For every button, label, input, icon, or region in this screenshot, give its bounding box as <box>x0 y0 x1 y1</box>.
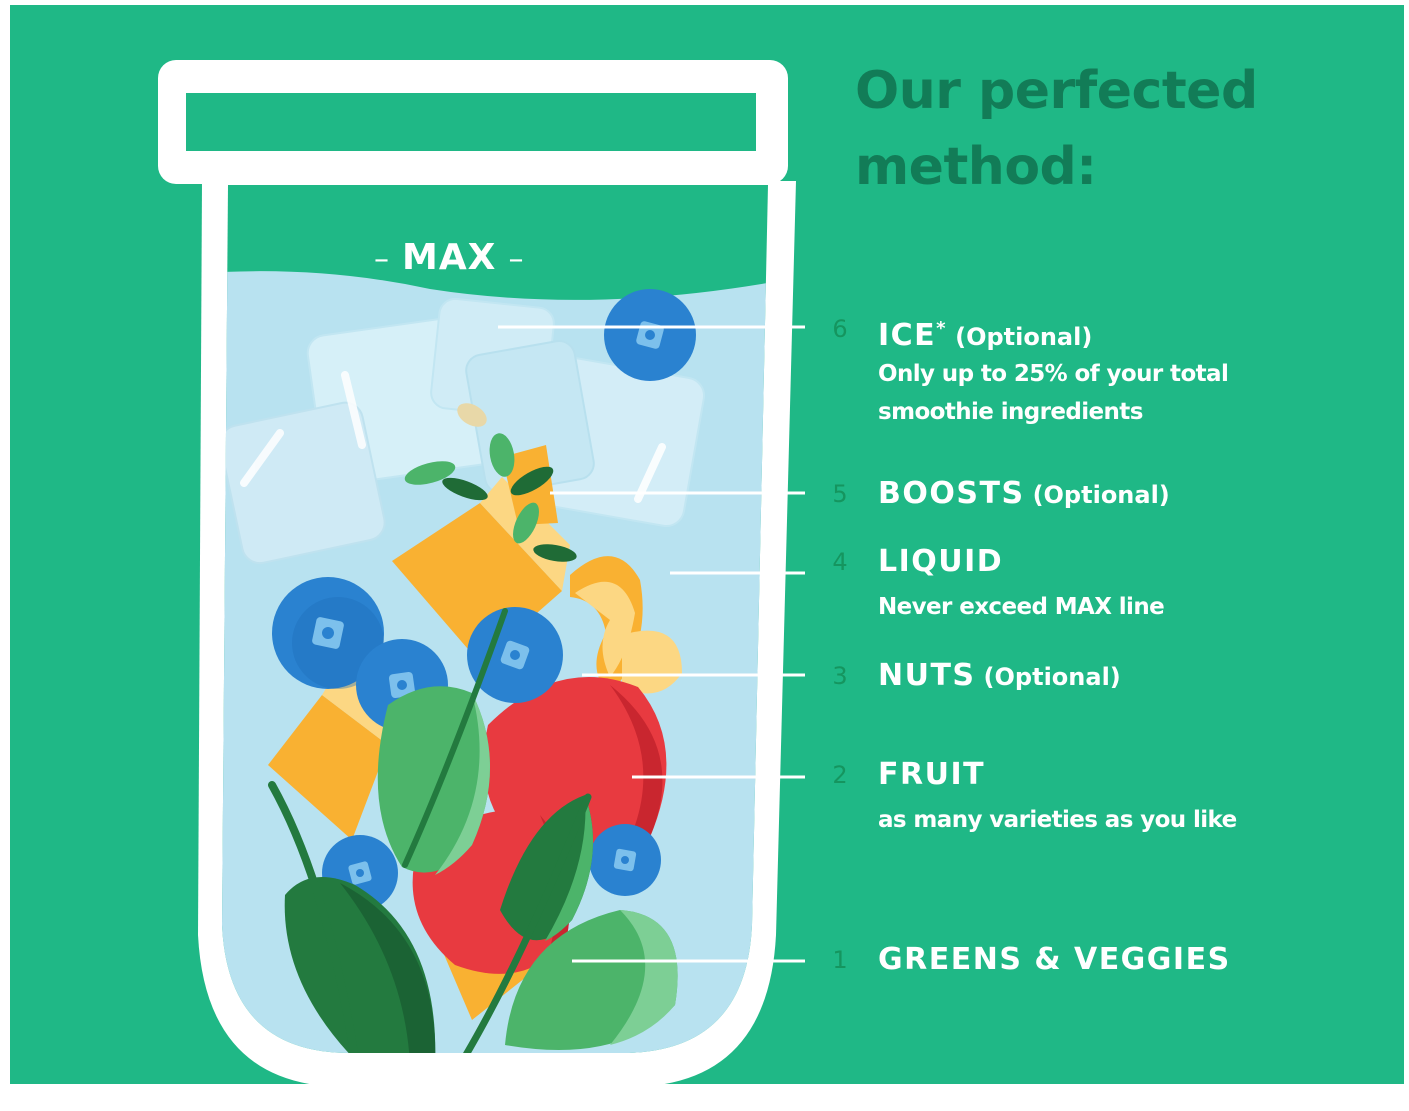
step-description: Never exceed MAX line <box>878 594 1165 620</box>
title-line-2: method: <box>855 137 1097 197</box>
step-note: (Optional) <box>1032 481 1170 509</box>
step-description: as many varieties as you like <box>878 807 1237 833</box>
step-name: LIQUID <box>878 544 1004 579</box>
step-number: 5 <box>832 480 848 508</box>
infographic-panel: – MAX – Our perfected method: 6 ICE* (Optio… <box>10 5 1404 1084</box>
step-description: Only up to 25% of your total smoothie in… <box>878 361 1229 425</box>
step-number: 3 <box>832 662 848 690</box>
step-name: BOOSTS <box>878 476 1025 511</box>
step-number: 4 <box>832 548 848 576</box>
step-name: ICE <box>878 318 937 353</box>
step-name: FRUIT <box>878 757 986 792</box>
step-number: 1 <box>832 946 848 974</box>
cup-lid <box>158 60 788 184</box>
step-name: GREENS & VEGGIES <box>878 942 1231 977</box>
max-line-label: – MAX – <box>374 237 525 278</box>
step-number: 6 <box>832 315 848 343</box>
step-marker: * <box>936 318 948 339</box>
title-line-1: Our perfected <box>855 61 1258 121</box>
step-name: NUTS <box>878 658 976 693</box>
page-title: Our perfected method: <box>855 53 1258 205</box>
step-number: 2 <box>832 761 848 789</box>
step-note: (Optional) <box>955 323 1093 351</box>
step-note: (Optional) <box>983 663 1121 691</box>
